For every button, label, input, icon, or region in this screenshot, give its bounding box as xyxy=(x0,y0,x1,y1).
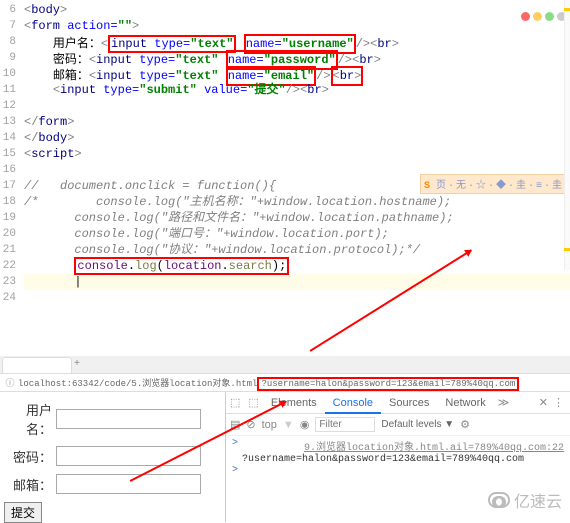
password-label: 密码： xyxy=(4,447,52,466)
comment-line: console.log("路径和文件名："+window.location.pa… xyxy=(24,210,570,226)
watermark: 亿速云 xyxy=(488,488,562,512)
more-tabs-icon[interactable]: ≫ xyxy=(498,396,510,409)
label-text: 邮箱： xyxy=(53,69,89,83)
watermark-logo-icon xyxy=(488,492,510,508)
browser-tab[interactable] xyxy=(2,357,72,373)
prompt-icon: > xyxy=(232,438,242,454)
tab-console[interactable]: Console xyxy=(325,392,381,414)
menu-icon[interactable]: ⋮ xyxy=(553,396,564,409)
filter-input[interactable] xyxy=(315,417,375,432)
address-bar[interactable]: ⓘ localhost:63342/code/5.浏览器location对象.h… xyxy=(0,374,570,392)
levels-select[interactable]: Default levels ▼ xyxy=(381,419,454,430)
attr: action= xyxy=(67,19,117,33)
val: "" xyxy=(118,19,132,33)
browser-tabs[interactable]: + xyxy=(0,356,570,374)
url-query: ?username=halon&password=123&email=789%4… xyxy=(257,377,519,391)
label-text: 密码： xyxy=(53,53,89,67)
browser-window: + ⓘ localhost:63342/code/5.浏览器location对象… xyxy=(0,356,570,522)
submit-button[interactable]: 提交 xyxy=(4,502,42,523)
console-output: ?username=halon&password=123&email=789%4… xyxy=(242,454,524,465)
gear-icon[interactable]: ⚙ xyxy=(460,418,470,431)
devtools-tabs: ⬚ ⬚ Elements Console Sources Network ≫ ✕… xyxy=(226,392,570,414)
tab-elements[interactable]: Elements xyxy=(263,392,325,414)
info-icon[interactable]: ⓘ xyxy=(4,377,16,389)
watermark-text: 亿速云 xyxy=(514,488,562,512)
editor-toolbar-widget[interactable]: S 页·无·☆·◆·圭·≡·圭 xyxy=(420,174,568,194)
editor-status-icons xyxy=(521,12,566,21)
username-field[interactable] xyxy=(56,409,201,429)
code-editor: 6789101112131415161718192021222324 <body… xyxy=(0,0,570,306)
device-icon[interactable]: ⬚ xyxy=(248,396,258,409)
email-field[interactable] xyxy=(56,474,201,494)
email-label: 邮箱： xyxy=(4,475,52,494)
label-text: 用户名： xyxy=(53,37,101,51)
tab-sources[interactable]: Sources xyxy=(381,392,437,414)
comment-line: /* console.log("主机名称："+window.location.h… xyxy=(24,194,570,210)
url-path: localhost:63342/code/5.浏览器location对象.htm… xyxy=(18,379,257,389)
context-select[interactable]: top xyxy=(262,419,277,431)
line-gutter: 6789101112131415161718192021222324 xyxy=(0,0,16,306)
username-label: 用户名： xyxy=(4,400,52,438)
source-link[interactable]: 9.浏览器location对象.html.ail=789%40qq.com:22 xyxy=(242,438,564,454)
live-expr-icon[interactable]: ◉ xyxy=(300,418,310,431)
rendered-page: 用户名： 密码： 邮箱： 提交 xyxy=(0,392,225,522)
close-icon[interactable]: ✕ xyxy=(539,396,548,409)
comment-line: console.log("协议："+window.location.protoc… xyxy=(24,242,570,258)
comment-line: console.log("端口号："+window.location.port)… xyxy=(24,226,570,242)
minimap[interactable] xyxy=(564,0,570,270)
console-body[interactable]: >9.浏览器location对象.html.ail=789%40qq.com:2… xyxy=(226,436,570,478)
inspect-icon[interactable]: ⬚ xyxy=(230,396,240,409)
code-content[interactable]: <body> <form action=""> 用户名：<input type=… xyxy=(18,0,570,306)
tab-network[interactable]: Network xyxy=(437,392,493,414)
console-toolbar: ▤ ⊘ top ▼ ◉ Default levels ▼ ⚙ xyxy=(226,414,570,436)
prompt-icon: > xyxy=(232,465,242,476)
